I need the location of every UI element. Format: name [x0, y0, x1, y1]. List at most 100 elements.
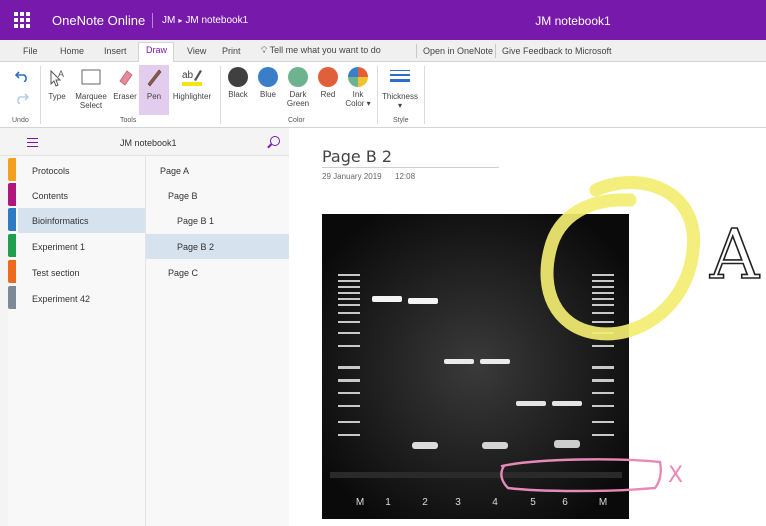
band-lane-2: [408, 298, 438, 304]
section-item-test-section[interactable]: Test section: [8, 260, 145, 285]
divider: [220, 66, 221, 124]
tab-home[interactable]: Home: [60, 46, 84, 56]
divider: [495, 44, 496, 58]
section-color-tab: [8, 260, 16, 283]
page-item-page-c[interactable]: Page C: [146, 260, 289, 285]
band-lane-2-low: [412, 442, 438, 449]
section-color-tab: [8, 208, 16, 231]
blue-swatch-icon: [258, 67, 278, 87]
tab-view[interactable]: View: [187, 46, 206, 56]
gel-bands-graphic: [322, 214, 629, 519]
tools-group-label: Tools: [120, 117, 137, 124]
type-tool-label: Type: [48, 92, 66, 101]
style-group-label: Style: [393, 117, 409, 124]
color-red-label: Red: [320, 90, 336, 99]
color-group-label: Color: [288, 117, 305, 124]
section-color-tab: [8, 183, 16, 206]
redo-button[interactable]: [13, 92, 31, 106]
app-bar: OneNote Online JM ▸ JM notebook1 JM notebo…: [0, 0, 766, 40]
section-item-bioinformatics[interactable]: Bioinformatics: [8, 208, 145, 233]
eraser-icon: [119, 70, 133, 86]
page-item-page-b-1[interactable]: Page B 1: [146, 208, 289, 233]
notebook-title[interactable]: JM notebook1: [120, 138, 177, 148]
section-label: Protocols: [32, 166, 70, 176]
lane-label-5: 5: [530, 497, 536, 508]
gel-electrophoresis-image[interactable]: M 1 2 3 4 5 6 M: [322, 214, 629, 519]
lane-label-1: 1: [385, 497, 391, 508]
marquee-label-line2: Select: [79, 101, 103, 110]
tab-print[interactable]: Print: [222, 46, 241, 56]
section-label: Experiment 42: [32, 294, 91, 304]
tell-me-search[interactable]: 💡︎ Tell me what you want to do: [261, 45, 381, 56]
marquee-select-button[interactable]: Marquee Select: [72, 67, 110, 110]
thickness-label: Thickness: [381, 92, 418, 101]
lane-label-m-left: M: [355, 497, 365, 508]
color-dark-green-label-line1: Dark: [289, 90, 307, 99]
black-swatch-icon: [228, 67, 248, 87]
marquee-select-icon: [81, 69, 101, 85]
type-tool-button[interactable]: A Type: [44, 67, 70, 101]
section-item-protocols[interactable]: Protocols: [8, 158, 145, 183]
ink-color-label-line1: Ink: [352, 90, 364, 99]
open-in-onenote-link[interactable]: Open in OneNote: [423, 46, 493, 56]
thickness-lines-icon: [390, 70, 410, 82]
lane-label-3: 3: [455, 497, 461, 508]
marquee-label-line1: Marquee: [75, 92, 107, 101]
ink-color-wheel-icon: [348, 67, 368, 87]
gel-well-row: [330, 472, 622, 478]
redo-icon: [17, 93, 30, 105]
color-black-button[interactable]: Black: [225, 67, 251, 99]
tab-draw[interactable]: Draw: [146, 45, 167, 55]
page-time: 12:08: [395, 172, 416, 181]
section-label: Test section: [32, 268, 80, 278]
chevron-down-icon: ▾: [364, 99, 371, 108]
page-item-page-b-2[interactable]: Page B 2: [146, 234, 289, 259]
ink-color-button[interactable]: Ink Color ▾: [343, 67, 373, 108]
color-black-label: Black: [228, 90, 248, 99]
band-lane-5: [516, 401, 546, 406]
give-feedback-link[interactable]: Give Feedback to Microsoft: [502, 46, 612, 56]
dark-green-swatch-icon: [288, 67, 308, 87]
eraser-label: Eraser: [113, 92, 137, 101]
ink-color-label-line2: Color: [345, 99, 365, 108]
page-item-page-b[interactable]: Page B: [146, 183, 289, 208]
section-color-tab: [8, 286, 16, 309]
undo-button[interactable]: [13, 70, 31, 84]
tab-insert[interactable]: Insert: [104, 46, 127, 56]
tell-me-label: Tell me what you want to do: [269, 45, 381, 55]
window-title: JM notebook1: [535, 14, 611, 28]
band-lane-4-low: [482, 442, 508, 449]
tab-file[interactable]: File: [23, 46, 38, 56]
highlighter-button[interactable]: ab Highlighter: [170, 67, 214, 101]
lane-label-m-right: M: [598, 497, 608, 508]
highlighter-icon: ab: [182, 70, 202, 86]
chevron-down-icon: ▾: [397, 101, 402, 110]
lightbulb-icon: 💡︎: [261, 45, 268, 55]
page-date: 29 January 2019: [322, 172, 382, 181]
type-cursor-icon: A: [50, 69, 64, 87]
color-red-button[interactable]: Red: [315, 67, 341, 99]
section-item-experiment-1[interactable]: Experiment 1: [8, 234, 145, 259]
pen-button[interactable]: Pen: [139, 67, 169, 101]
page-title[interactable]: Page B 2: [322, 147, 392, 166]
band-lane-4: [480, 359, 510, 364]
search-icon[interactable]: [270, 136, 280, 146]
section-item-contents[interactable]: Contents: [8, 183, 145, 208]
page-item-page-a[interactable]: Page A: [146, 158, 289, 183]
lane-label-2: 2: [422, 497, 428, 508]
hamburger-menu-icon[interactable]: [27, 138, 38, 150]
color-dark-green-button[interactable]: Dark Green: [285, 67, 311, 108]
section-label: Contents: [32, 191, 69, 201]
page-title-underline: [322, 167, 499, 168]
divider: [416, 44, 417, 58]
pen-label: Pen: [146, 92, 162, 101]
eraser-button[interactable]: Eraser: [111, 67, 139, 101]
section-label: Bioinformatics: [32, 216, 89, 226]
band-lane-3: [444, 359, 474, 364]
color-blue-button[interactable]: Blue: [255, 67, 281, 99]
ribbon: Undo A Type Marquee Select Eraser Pen ab…: [0, 62, 766, 128]
thickness-button[interactable]: Thickness ▾: [380, 67, 420, 110]
pen-icon: [147, 69, 162, 87]
section-item-experiment-42[interactable]: Experiment 42: [8, 286, 145, 311]
ink-mark-x: X: [668, 463, 683, 488]
